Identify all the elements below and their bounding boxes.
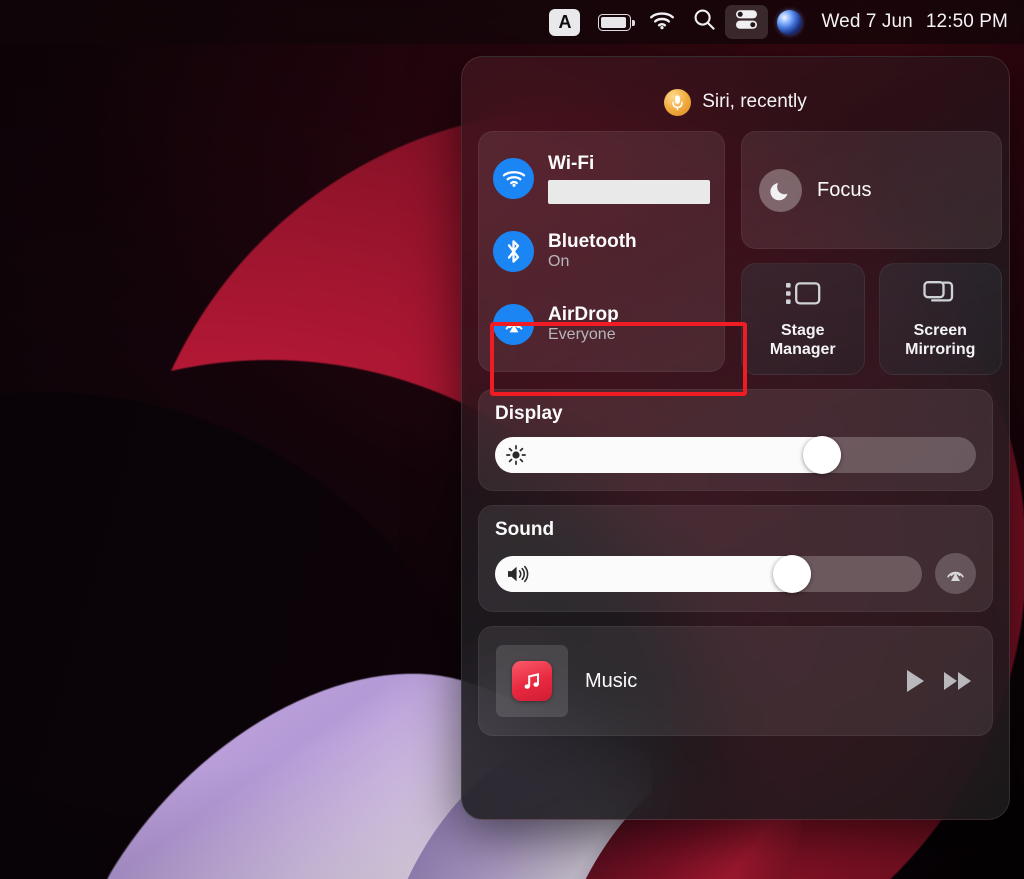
tile-row: Stage Manager Screen Mirroring bbox=[741, 263, 1002, 375]
control-center-icon bbox=[734, 7, 759, 37]
siri-icon bbox=[777, 9, 803, 35]
siri-suggestion-row[interactable]: Siri, recently bbox=[478, 73, 993, 131]
airdrop-toggle-row[interactable]: AirDrop Everyone bbox=[479, 288, 724, 361]
screen-mirroring-icon bbox=[921, 278, 959, 314]
music-controls bbox=[907, 670, 975, 692]
menu-bar: A Wed 7 Jun 12:50 PM bbox=[0, 0, 1024, 44]
wifi-icon bbox=[493, 158, 534, 199]
bluetooth-toggle-row[interactable]: Bluetooth On bbox=[479, 215, 724, 288]
control-center-panel: Siri, recently Wi-Fi Bluetooth On AirDro… bbox=[461, 56, 1010, 820]
connectivity-card: Wi-Fi Bluetooth On AirDrop Everyone bbox=[478, 131, 725, 372]
airdrop-status: Everyone bbox=[548, 326, 616, 344]
music-title: Music bbox=[585, 669, 638, 692]
music-app-icon bbox=[512, 661, 552, 701]
control-center-menu-item[interactable] bbox=[725, 5, 769, 39]
display-card: Display bbox=[478, 389, 993, 491]
siri-mic-icon bbox=[664, 88, 692, 116]
screen-mirroring-tile[interactable]: Screen Mirroring bbox=[878, 263, 1002, 375]
menu-bar-time: 12:50 PM bbox=[925, 11, 1008, 32]
brightness-icon bbox=[505, 444, 527, 466]
wifi-icon bbox=[649, 10, 675, 35]
spotlight-search-menu-item[interactable] bbox=[684, 5, 725, 39]
volume-icon bbox=[505, 563, 531, 584]
input-source-menu-item[interactable]: A bbox=[540, 5, 589, 39]
stage-manager-icon bbox=[783, 278, 823, 314]
display-slider-line bbox=[495, 436, 976, 474]
display-slider-fill bbox=[495, 437, 842, 473]
menu-bar-date: Wed 7 Jun bbox=[821, 11, 913, 32]
search-icon bbox=[693, 8, 716, 36]
music-card: Music bbox=[478, 626, 993, 736]
airdrop-icon bbox=[493, 304, 534, 345]
bluetooth-icon bbox=[493, 231, 534, 272]
display-label: Display bbox=[495, 403, 563, 424]
input-source-icon: A bbox=[549, 8, 581, 36]
focus-tile[interactable]: Focus bbox=[741, 131, 1002, 249]
stage-manager-label: Stage Manager bbox=[769, 322, 836, 358]
sound-card: Sound bbox=[478, 505, 993, 612]
connectivity-column: Wi-Fi Bluetooth On AirDrop Everyone bbox=[478, 131, 747, 396]
play-icon[interactable] bbox=[907, 670, 924, 692]
battery-menu-item[interactable] bbox=[589, 5, 640, 39]
sound-slider-fill bbox=[495, 555, 811, 592]
airplay-audio-icon[interactable] bbox=[935, 553, 976, 594]
siri-menu-item[interactable] bbox=[768, 5, 811, 39]
bluetooth-title: Bluetooth bbox=[548, 230, 637, 252]
sound-label: Sound bbox=[495, 519, 555, 540]
screen-mirroring-label: Screen Mirroring bbox=[905, 322, 976, 358]
battery-icon bbox=[598, 13, 635, 31]
control-center-top-grid: Wi-Fi Bluetooth On AirDrop Everyone Focu… bbox=[478, 131, 1002, 396]
sound-slider-knob[interactable] bbox=[772, 554, 811, 593]
airdrop-text: AirDrop Everyone bbox=[548, 304, 710, 345]
focus-label: Focus bbox=[817, 178, 872, 201]
wifi-title: Wi-Fi bbox=[548, 153, 595, 175]
stage-manager-tile[interactable]: Stage Manager bbox=[741, 263, 865, 375]
wifi-menu-item[interactable] bbox=[640, 5, 684, 39]
sound-slider-line bbox=[495, 553, 976, 594]
sound-volume-slider[interactable] bbox=[495, 554, 922, 593]
wifi-text: Wi-Fi bbox=[548, 153, 710, 204]
bluetooth-status: On bbox=[548, 253, 570, 271]
menu-bar-clock[interactable]: Wed 7 Jun 12:50 PM bbox=[821, 11, 1008, 33]
wifi-network-redacted bbox=[548, 179, 710, 204]
wifi-toggle-row[interactable]: Wi-Fi bbox=[479, 142, 724, 215]
bluetooth-text: Bluetooth On bbox=[548, 231, 710, 272]
quick-tiles-column: Focus Stage Manager Screen Mirroring bbox=[741, 131, 1002, 375]
display-brightness-slider[interactable] bbox=[495, 436, 976, 474]
fast-forward-icon[interactable] bbox=[944, 672, 971, 690]
album-art-placeholder bbox=[496, 645, 568, 717]
display-slider-knob[interactable] bbox=[803, 436, 842, 474]
siri-suggestion-label: Siri, recently bbox=[702, 91, 807, 112]
moon-icon bbox=[759, 168, 802, 212]
airdrop-title: AirDrop bbox=[548, 303, 619, 325]
